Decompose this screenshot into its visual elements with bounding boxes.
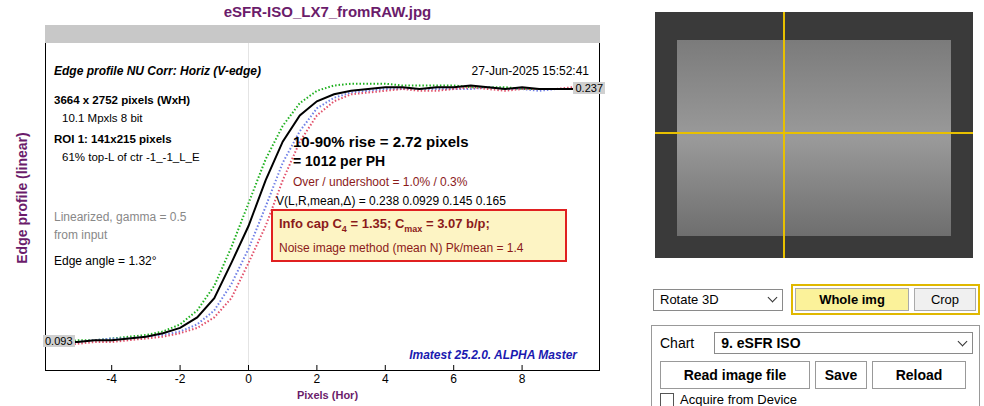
checkbox-icon xyxy=(660,393,674,406)
acquire-checkbox[interactable]: Acquire from Device xyxy=(660,392,973,406)
x-tick-label: -4 xyxy=(106,372,117,386)
x-tick xyxy=(111,365,112,371)
x-tick-label: -2 xyxy=(175,372,186,386)
chart-label: Chart xyxy=(660,335,694,351)
info-line: 10.1 Mpxls 8 bit xyxy=(54,109,200,127)
view-toggle: Whole imgCrop xyxy=(791,284,980,315)
linearized-note: Linearized, gamma = 0.5from input xyxy=(54,208,186,244)
chart-image xyxy=(655,12,973,258)
info-line: 61% top-L of ctr -1_-1_L_E xyxy=(54,148,200,166)
action-button[interactable]: Save xyxy=(815,361,867,389)
plot-header: Edge profile NU Corr: Horiz (V-edge) xyxy=(54,64,261,78)
info-line: ROI 1: 141x215 pixels xyxy=(54,130,200,148)
chevron-icon xyxy=(958,336,968,346)
chart-group: Chart 9. eSFR ISO Read image fileSaveReloa… xyxy=(651,325,980,406)
chart-dropdown[interactable]: 9. eSFR ISO xyxy=(714,332,973,354)
view-button[interactable]: Crop xyxy=(914,288,976,311)
overshoot-text: Over / undershoot = 1.0% / 0.3% xyxy=(293,175,467,189)
action-button[interactable]: Reload xyxy=(872,361,966,389)
x-tick xyxy=(453,365,454,371)
x-axis-label: Pixels (Hor) xyxy=(0,387,610,403)
info-line: 3664 x 2752 pixels (WxH) xyxy=(54,91,200,109)
rotate-dropdown[interactable]: Rotate 3D xyxy=(653,289,783,311)
x-tick xyxy=(522,365,523,371)
version-label: Imatest 25.2.0. ALPHA Master xyxy=(409,348,577,362)
plot-title: eSFR-ISO_LX7_fromRAW.jpg xyxy=(0,0,610,25)
value-low: 0.093 xyxy=(43,335,75,347)
chevron-icon xyxy=(768,293,778,303)
rise-text: 10-90% rise = 2.72 pixels xyxy=(293,133,469,150)
x-tick-labels: -4 -2 0 2 4 6 8 xyxy=(0,371,610,387)
control-panel: Rotate 3D Whole imgCrop Chart 9. eSFR ISO Re… xyxy=(610,0,984,406)
x-tick-label: 8 xyxy=(519,372,526,386)
info-cap: Info cap C4 = 1.35; Cmax = 3.07 b/p; xyxy=(279,214,559,239)
y-axis-label: Edge profile (linear) xyxy=(0,25,45,371)
action-button[interactable]: Read image file xyxy=(660,361,810,389)
info-cap-box: Info cap C4 = 1.35; Cmax = 3.07 b/p;Nois… xyxy=(271,209,567,262)
view-button[interactable]: Whole img xyxy=(795,288,909,311)
top-band xyxy=(45,25,600,43)
x-tick-label: 6 xyxy=(450,372,457,386)
x-tick xyxy=(248,365,249,371)
x-tick-label: 4 xyxy=(382,372,389,386)
x-tick-label: 2 xyxy=(314,372,321,386)
timestamp: 27-Jun-2025 15:52:41 xyxy=(472,64,589,78)
x-tick xyxy=(385,365,386,371)
x-tick xyxy=(316,365,317,371)
info-block: 3664 x 2752 pixels (WxH)10.1 Mpxls 8 bit… xyxy=(54,88,200,166)
v-values: V(L,R,mean,Δ) = 0.238 0.0929 0.145 0.165 xyxy=(276,194,506,208)
noise-method: Noise image method (mean N) Pk/mean = 1.… xyxy=(279,239,559,257)
edge-angle: Edge angle = 1.32° xyxy=(54,254,157,268)
plot-panel: eSFR-ISO_LX7_fromRAW.jpgEdge profile (li… xyxy=(0,0,610,406)
value-high: 0.237 xyxy=(573,82,605,94)
plot-area: Edge profile NU Corr: Horiz (V-edge) 27-J… xyxy=(45,25,600,371)
imatest-window: eSFR-ISO_LX7_fromRAW.jpgEdge profile (li… xyxy=(0,0,984,406)
center-line xyxy=(248,43,249,371)
per-ph-text: = 1012 per PH xyxy=(293,153,385,169)
x-tick-label: 0 xyxy=(245,372,252,386)
x-tick xyxy=(180,365,181,371)
